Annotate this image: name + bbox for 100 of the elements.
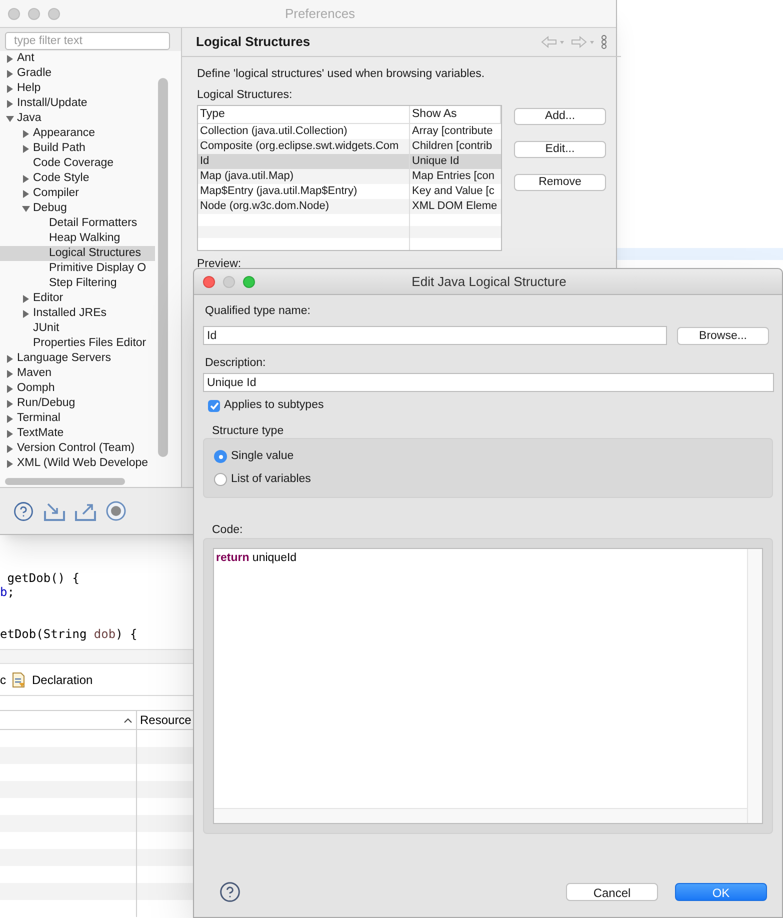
table-cell-text: Map (java.util.Map) bbox=[199, 169, 295, 184]
export-icon[interactable] bbox=[75, 502, 96, 520]
tree-item[interactable]: XML (Wild Web Develope bbox=[0, 456, 155, 471]
tree-item[interactable]: Code Style bbox=[0, 171, 155, 186]
type-name-field[interactable]: Id bbox=[203, 326, 667, 345]
disclosure-triangle-icon[interactable] bbox=[6, 444, 14, 452]
tree-item[interactable]: Detail Formatters bbox=[0, 216, 155, 231]
disclosure-triangle-icon[interactable] bbox=[22, 204, 30, 212]
scrollbar[interactable] bbox=[158, 78, 168, 457]
disclosure-triangle-icon[interactable] bbox=[6, 460, 14, 468]
table-action-button[interactable]: Edit... bbox=[514, 141, 606, 158]
column-header[interactable]: Resource bbox=[137, 711, 194, 729]
table-cell-text: Node (org.w3c.dom.Node) bbox=[199, 199, 330, 214]
table-cell-text: Key and Value [c bbox=[411, 184, 496, 200]
disclosure-triangle-icon[interactable] bbox=[6, 354, 14, 362]
radio-button[interactable] bbox=[214, 450, 227, 463]
disclosure-triangle-icon[interactable] bbox=[6, 114, 14, 122]
dialog-button[interactable]: Cancel bbox=[566, 883, 658, 901]
tree-item[interactable]: Gradle bbox=[0, 66, 155, 81]
tree-item[interactable]: Compiler bbox=[0, 186, 155, 201]
tree-item[interactable]: Appearance bbox=[0, 126, 155, 141]
disclosure-triangle-icon[interactable] bbox=[22, 144, 30, 152]
tree-item[interactable]: Version Control (Team) bbox=[0, 441, 155, 456]
window-title: Preferences bbox=[284, 4, 356, 23]
page-description: Define 'logical structures' used when browsing variables. bbox=[197, 67, 486, 80]
tree-item[interactable]: Debug bbox=[0, 201, 155, 216]
disclosure-triangle-icon[interactable] bbox=[6, 370, 14, 378]
tree-item[interactable]: Code Coverage bbox=[0, 156, 155, 171]
tree-item[interactable]: Install/Update bbox=[0, 96, 155, 111]
table-cell-text: Collection (java.util.Collection) bbox=[199, 124, 348, 140]
tree-item[interactable]: Java bbox=[0, 111, 155, 126]
checkbox-label: Applies to subtypes bbox=[224, 398, 324, 414]
tree-item[interactable]: Help bbox=[0, 81, 155, 96]
list-label: Logical Structures: bbox=[197, 88, 294, 101]
table-row[interactable]: Composite (org.eclipse.swt.widgets.Com Children [contrib bbox=[198, 139, 501, 154]
zoom-window-icon[interactable] bbox=[243, 276, 255, 288]
tree-item[interactable]: Step Filtering bbox=[0, 276, 155, 291]
table-row[interactable]: Collection (java.util.Collection) Array [contribute bbox=[198, 124, 501, 140]
help-icon[interactable] bbox=[219, 881, 241, 903]
tree-item[interactable]: Ant bbox=[0, 51, 155, 66]
scrollbar[interactable] bbox=[214, 808, 747, 823]
checkbox[interactable] bbox=[208, 400, 220, 412]
help-icon[interactable] bbox=[13, 500, 34, 522]
description-field[interactable]: Unique Id bbox=[203, 373, 774, 392]
table-cell-text: Id bbox=[199, 154, 210, 170]
page-title: Logical Structures bbox=[196, 33, 310, 52]
disclosure-triangle-icon[interactable] bbox=[6, 84, 14, 92]
table-cell-text: Children [contrib bbox=[411, 139, 494, 154]
more-options-icon[interactable] bbox=[601, 35, 607, 49]
disclosure-triangle-icon[interactable] bbox=[6, 70, 14, 78]
close-window-icon[interactable] bbox=[203, 276, 215, 288]
tree-item[interactable]: Run/Debug bbox=[0, 396, 155, 411]
disclosure-triangle-icon[interactable] bbox=[22, 174, 30, 182]
tree-item[interactable]: Primitive Display O bbox=[0, 261, 155, 276]
radio-button[interactable] bbox=[214, 473, 227, 486]
tree-item[interactable]: JUnit bbox=[0, 321, 155, 336]
scrollbar[interactable] bbox=[747, 549, 762, 823]
table-cell-text: Unique Id bbox=[411, 154, 460, 170]
import-icon[interactable] bbox=[44, 502, 65, 520]
view-tab[interactable]: Declaration bbox=[12, 666, 99, 692]
tree-item[interactable]: Installed JREs bbox=[0, 306, 155, 321]
disclosure-triangle-icon[interactable] bbox=[22, 190, 30, 198]
table-cell-text: Composite (org.eclipse.swt.widgets.Com bbox=[199, 139, 400, 154]
code-line: b; bbox=[0, 585, 14, 599]
tree-item[interactable]: TextMate bbox=[0, 426, 155, 441]
scrollbar[interactable] bbox=[5, 478, 125, 485]
tree-item[interactable]: Properties Files Editor bbox=[0, 336, 155, 351]
table-action-button[interactable]: Add... bbox=[514, 108, 606, 125]
disclosure-triangle-icon[interactable] bbox=[6, 54, 14, 62]
disclosure-triangle-icon[interactable] bbox=[6, 100, 14, 108]
browse-button[interactable]: Browse... bbox=[677, 326, 769, 344]
view-tab[interactable]: c bbox=[0, 666, 12, 692]
table-row[interactable]: Map$Entry (java.util.Map$Entry) Key and Value [c bbox=[198, 184, 501, 200]
tree-item[interactable]: Oomph bbox=[0, 381, 155, 396]
tree-item[interactable]: Logical Structures bbox=[0, 246, 155, 261]
document-icon bbox=[12, 672, 26, 688]
disclosure-triangle-icon[interactable] bbox=[22, 310, 30, 318]
tree-item[interactable]: Maven bbox=[0, 366, 155, 381]
table-row[interactable]: Node (org.w3c.dom.Node) XML DOM Eleme bbox=[198, 199, 501, 214]
tree-item[interactable]: Build Path bbox=[0, 141, 155, 156]
tree-item[interactable]: Editor bbox=[0, 291, 155, 306]
record-icon[interactable] bbox=[106, 501, 126, 521]
field-label: Description: bbox=[205, 356, 267, 369]
table-action-button[interactable]: Remove bbox=[514, 174, 606, 191]
table-cell-text: Map$Entry (java.util.Map$Entry) bbox=[199, 184, 358, 200]
field-label: Qualified type name: bbox=[205, 304, 312, 317]
disclosure-triangle-icon[interactable] bbox=[22, 130, 30, 138]
disclosure-triangle-icon[interactable] bbox=[22, 294, 30, 302]
tree-item[interactable]: Language Servers bbox=[0, 351, 155, 366]
table-row[interactable]: Id Unique Id bbox=[198, 154, 501, 170]
disclosure-triangle-icon[interactable] bbox=[6, 384, 14, 392]
code-editor[interactable]: return uniqueId bbox=[213, 548, 763, 824]
table-row[interactable]: Map (java.util.Map) Map Entries [con bbox=[198, 169, 501, 184]
tree-item[interactable]: Heap Walking bbox=[0, 231, 155, 246]
filter-field[interactable]: type filter text bbox=[5, 32, 170, 50]
disclosure-triangle-icon[interactable] bbox=[6, 400, 14, 408]
disclosure-triangle-icon[interactable] bbox=[6, 414, 14, 422]
tree-item[interactable]: Terminal bbox=[0, 411, 155, 426]
disclosure-triangle-icon[interactable] bbox=[6, 430, 14, 438]
radio-label: List of variables bbox=[231, 472, 311, 487]
